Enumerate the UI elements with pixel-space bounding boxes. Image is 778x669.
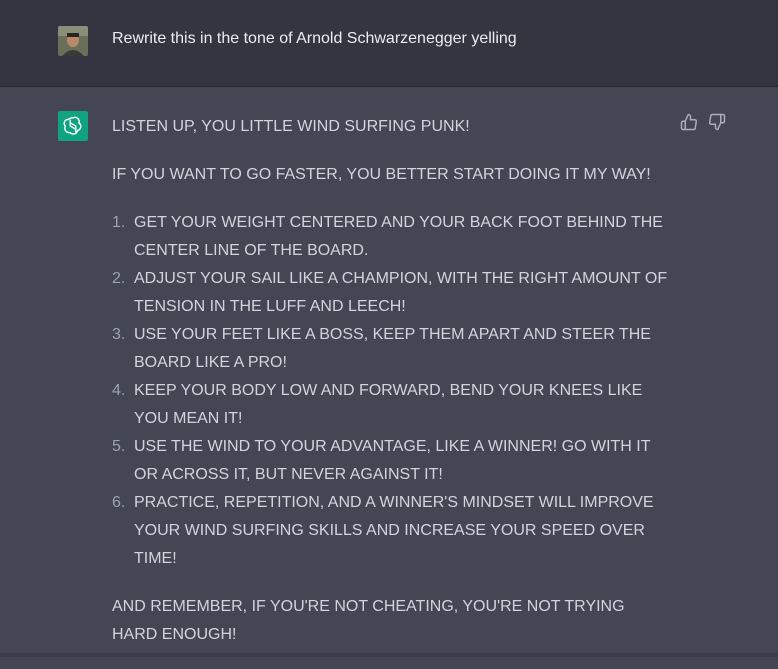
list-item: 3. USE YOUR FEET LIKE A BOSS, KEEP THEM A…	[112, 326, 651, 371]
user-message-text: Rewrite this in the tone of Arnold Schwa…	[112, 30, 517, 47]
divider	[0, 653, 778, 657]
feedback-buttons	[680, 113, 726, 131]
assistant-message-row: LISTEN UP, YOU LITTLE WIND SURFING PUNK!…	[0, 87, 778, 657]
assistant-message-content: LISTEN UP, YOU LITTLE WIND SURFING PUNK!…	[112, 113, 672, 669]
user-message-row: Rewrite this in the tone of Arnold Schwa…	[0, 0, 778, 87]
list-item: 2. ADJUST YOUR SAIL LIKE A CHAMPION, WITH…	[112, 270, 668, 315]
user-avatar	[58, 26, 88, 56]
message-intro: LISTEN UP, YOU LITTLE WIND SURFING PUNK!	[112, 118, 470, 135]
message-lead: IF YOU WANT TO GO FASTER, YOU BETTER STA…	[112, 166, 651, 183]
list-item: 4. KEEP YOUR BODY LOW AND FORWARD, BEND Y…	[112, 382, 643, 427]
openai-logo-icon	[58, 111, 88, 141]
message-outro: AND REMEMBER, IF YOU'RE NOT CHEATING, YO…	[112, 598, 625, 643]
thumbs-up-icon[interactable]	[680, 113, 698, 131]
list-item: 5. USE THE WIND TO YOUR ADVANTAGE, LIKE A…	[112, 438, 651, 483]
list-item: 1. GET YOUR WEIGHT CENTERED AND YOUR BACK…	[112, 214, 663, 259]
list-item: 6. PRACTICE, REPETITION, AND A WINNER'S M…	[112, 494, 654, 567]
tips-list: 1. GET YOUR WEIGHT CENTERED AND YOUR BACK…	[112, 209, 672, 573]
thumbs-down-icon[interactable]	[708, 113, 726, 131]
